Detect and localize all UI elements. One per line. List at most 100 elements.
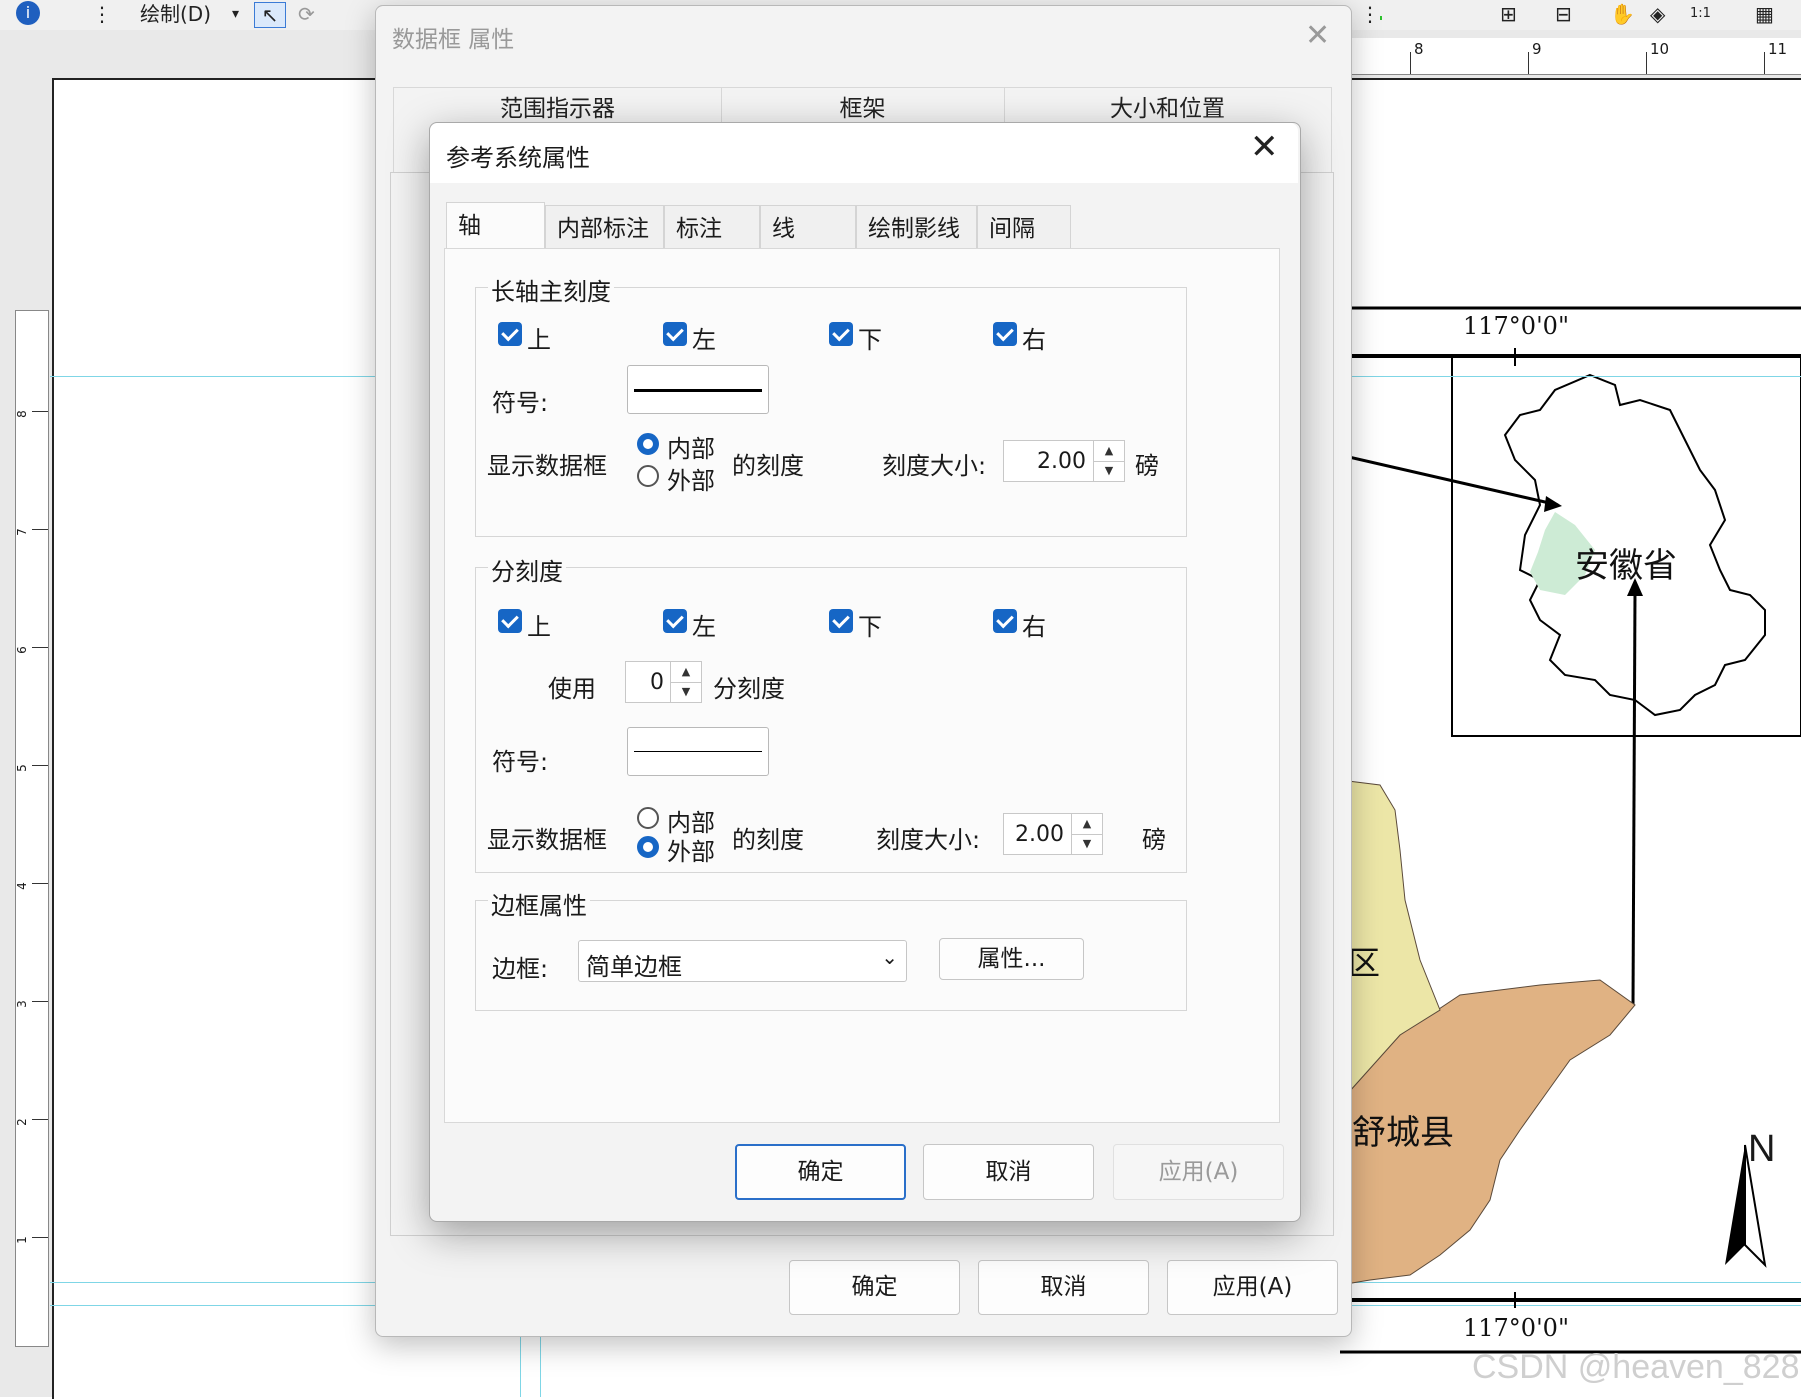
inner-ok-button[interactable]: 确定 [735,1144,906,1200]
chevron-down-icon[interactable]: ⌄ [881,945,898,969]
border-properties-button[interactable]: 属性... [939,938,1084,980]
inner-dialog-title: 参考系统属性 [446,144,590,172]
major-left-label: 左 [692,326,716,354]
tab-lines[interactable]: 线 [760,205,856,248]
tab-interior-labels[interactable]: 内部标注 [545,205,664,248]
symbol-preview [634,751,762,752]
tab-intervals[interactable]: 间隔 [977,205,1071,248]
north-arrow-label: N [1748,1128,1776,1170]
zoom-100-icon[interactable]: 1:1 [1690,2,1711,26]
full-extent-icon[interactable]: ◈ [1650,2,1665,26]
toolbar-grip-icon: ⋮ [92,2,112,26]
minor-size-spinner[interactable]: 2.00 ▲ ▼ [1003,813,1103,855]
border-group-label: 边框属性 [488,886,590,921]
ruler-label: 5 [14,764,29,772]
major-top-label: 上 [527,326,551,354]
pan-page-icon[interactable]: ✋ [1610,2,1635,26]
border-label: 边框: [492,955,549,983]
close-icon[interactable]: ✕ [1250,130,1279,164]
ruler-label: 6 [14,646,29,654]
minor-size-value[interactable]: 2.00 [1004,822,1064,847]
minor-count-spinner[interactable]: 0 ▲ ▼ [625,661,702,703]
map-coordinate-label: 117°0'0" [1463,312,1569,340]
minor-count-value[interactable]: 0 [626,670,664,695]
major-size-value[interactable]: 2.00 [1004,449,1086,474]
chevron-down-icon[interactable]: ▾ [232,2,239,26]
minor-left-checkbox[interactable] [663,609,687,633]
zoom-out-page-icon[interactable]: ⊟ [1555,2,1572,26]
inner-apply-button[interactable]: 应用(A) [1113,1144,1284,1200]
major-size-spinner[interactable]: 2.00 ▲ ▼ [1003,440,1125,482]
major-inside-radio[interactable] [637,433,659,455]
minor-bottom-checkbox[interactable] [829,609,853,633]
minor-left-label: 左 [692,613,716,641]
minor-outside-label: 外部 [667,838,715,866]
symbol-preview [634,389,762,392]
major-ticks-group-label: 长轴主刻度 [488,272,614,307]
map-coordinate-label: 117°0'0" [1463,1314,1569,1342]
inner-cancel-button[interactable]: 取消 [923,1144,1094,1200]
major-show-label: 显示数据框 [487,452,607,480]
province-label: 安徽省 [1575,546,1677,586]
minor-inside-radio[interactable] [637,807,659,829]
outer-dialog-title: 数据框 属性 [392,27,515,53]
major-top-checkbox[interactable] [498,322,522,346]
ruler-label: 9 [1532,40,1542,58]
vertical-ruler: 8 7 6 5 4 3 2 1 [15,310,49,1347]
major-size-label: 刻度大小: [882,452,987,480]
select-arrow-icon[interactable]: ↖ [254,2,286,28]
spin-down-icon[interactable]: ▼ [1094,461,1124,481]
toggle-view-icon[interactable]: ▦ [1755,2,1774,26]
map-frame[interactable] [1340,290,1801,1360]
rotate-icon[interactable]: ⟳ [298,2,315,26]
ruler-label: 3 [14,1000,29,1008]
major-bottom-checkbox[interactable] [829,322,853,346]
ruler-label: 1 [14,1236,29,1244]
tab-axis[interactable]: 轴 [446,202,545,249]
draw-menu[interactable]: 绘制(D) [140,2,211,26]
spin-up-icon[interactable]: ▲ [671,662,701,683]
line-color-swatch[interactable] [1380,16,1382,20]
watermark: CSDN @heaven_828 [1472,1348,1800,1386]
major-right-label: 右 [1022,326,1046,354]
minor-symbol-label: 符号: [492,748,549,776]
minor-ticks-group-label: 分刻度 [488,552,566,587]
spin-up-icon[interactable]: ▲ [1094,441,1124,462]
minor-size-label: 刻度大小: [876,826,981,854]
minor-unit-label: 磅 [1142,826,1166,854]
grip-icon: ⋮ [1360,2,1380,26]
tab-hatches[interactable]: 绘制影线 [856,205,977,248]
close-icon[interactable]: ✕ [1305,18,1330,53]
border-select[interactable]: 简单边框 ⌄ [578,940,907,982]
minor-use-suffix: 分刻度 [713,675,785,703]
spin-down-icon[interactable]: ▼ [671,682,701,702]
major-symbol-label: 符号: [492,389,549,417]
ruler-label: 4 [14,882,29,890]
minor-of-ticks-label: 的刻度 [732,826,804,854]
major-outside-radio[interactable] [637,465,659,487]
minor-right-checkbox[interactable] [993,609,1017,633]
minor-top-label: 上 [527,613,551,641]
minor-use-label: 使用 [548,675,596,703]
major-right-checkbox[interactable] [993,322,1017,346]
spin-up-icon[interactable]: ▲ [1072,814,1102,835]
major-symbol-button[interactable] [627,365,769,414]
major-left-checkbox[interactable] [663,322,687,346]
ruler-label: 8 [1414,40,1424,58]
district-label: 区 [1348,944,1381,982]
major-outside-label: 外部 [667,467,715,495]
horizontal-ruler: 8 9 10 11 [1350,38,1801,75]
zoom-in-page-icon[interactable]: ⊞ [1500,2,1517,26]
spin-down-icon[interactable]: ▼ [1072,834,1102,854]
tab-labels[interactable]: 标注 [664,205,760,248]
minor-symbol-button[interactable] [627,727,769,776]
outer-cancel-button[interactable]: 取消 [978,1260,1149,1315]
outer-ok-button[interactable]: 确定 [789,1260,960,1315]
county-label: 舒城县 [1352,1113,1454,1153]
minor-outside-radio[interactable] [637,836,659,858]
outer-apply-button[interactable]: 应用(A) [1167,1260,1338,1315]
info-icon[interactable]: i [16,1,40,25]
ruler-label: 10 [1650,40,1670,58]
major-unit-label: 磅 [1135,452,1159,480]
minor-top-checkbox[interactable] [498,609,522,633]
